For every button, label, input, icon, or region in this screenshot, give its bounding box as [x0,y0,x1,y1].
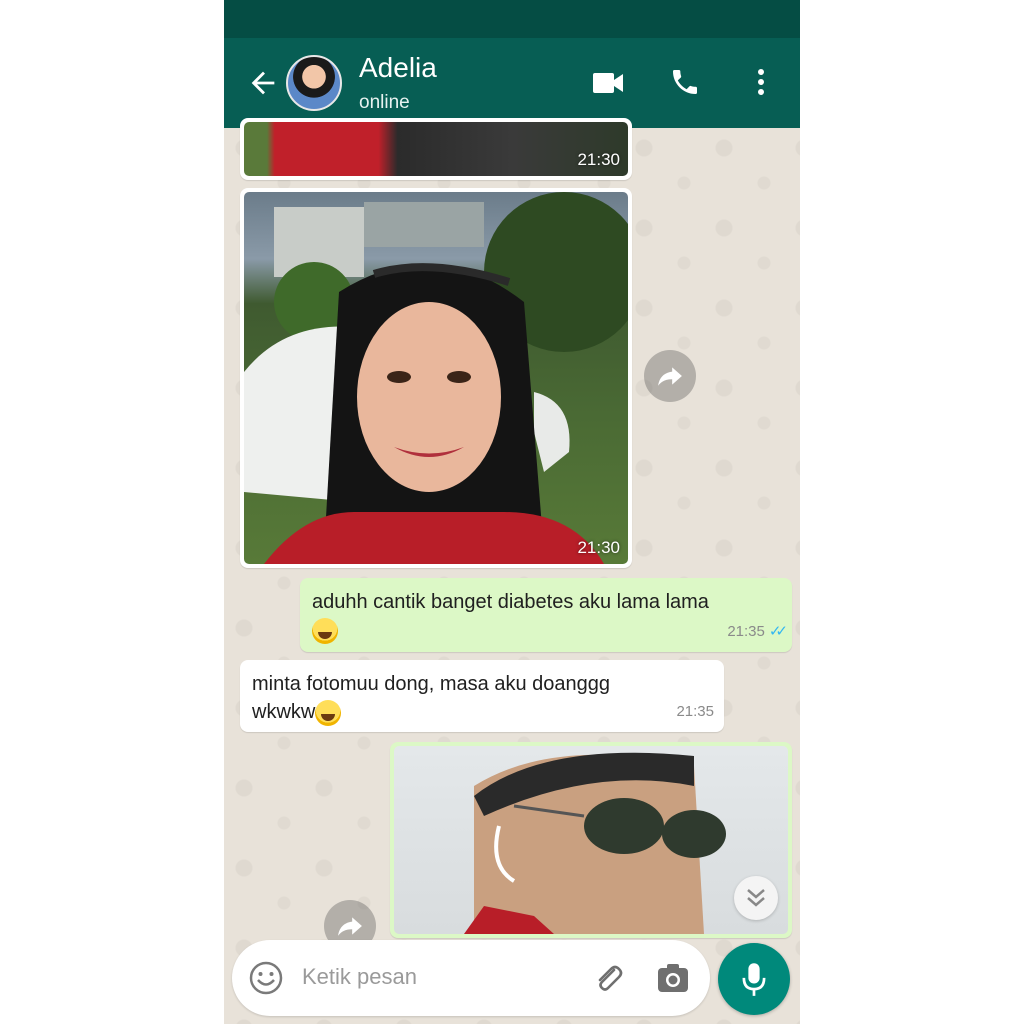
double-chevron-down-icon [747,889,765,907]
grinning-sweat-emoji [312,617,338,644]
read-receipt-icon: ✓✓ [768,623,788,640]
status-bar [224,0,800,38]
message-text-line2: wkwkw [252,701,316,723]
back-arrow-icon[interactable] [246,66,280,100]
camera-icon[interactable] [656,962,690,996]
laughing-emoji [315,699,342,726]
whatsapp-chat-screen: Adelia online 21:30 21:30 aduhh cantik b… [224,0,800,1024]
chat-header: Adelia online [224,38,800,128]
forward-button[interactable] [644,350,696,402]
video-call-icon[interactable] [592,70,624,96]
message-text: aduhh cantik banget diabetes aku lama la… [312,591,709,613]
image-message[interactable]: 21:30 [240,188,632,568]
message-time: 21:35 [727,623,765,640]
contact-name[interactable]: Adelia [359,52,437,84]
image-message[interactable]: 21:30 [240,118,632,180]
avatar[interactable] [286,55,342,111]
message-time: 21:30 [577,538,620,557]
message-meta: 21:35 ✓✓ [727,618,788,646]
incoming-message[interactable]: minta fotomuu dong, masa aku doanggg wkw… [240,660,724,732]
phone-icon[interactable] [669,66,701,98]
contact-status: online [359,92,410,113]
image-message[interactable] [390,742,792,938]
chat-wallpaper: 21:30 21:30 aduhh cantik banget diabetes… [224,118,800,1024]
more-options-icon[interactable] [751,66,771,98]
message-time: 21:30 [577,150,620,169]
outgoing-message[interactable]: aduhh cantik banget diabetes aku lama la… [300,578,792,652]
emoji-icon[interactable] [248,960,284,996]
message-composer[interactable]: Ketik pesan [232,940,710,1016]
attach-icon[interactable] [592,962,624,994]
scroll-to-bottom-button[interactable] [734,876,778,920]
forward-icon [658,367,682,386]
mic-icon [742,963,766,996]
message-text: minta fotomuu dong, masa aku doanggg [252,673,611,695]
selfie-illustration [244,192,628,564]
forward-icon [338,917,362,936]
message-meta: 21:35 [676,698,714,726]
selfie-illustration [464,752,726,934]
photo: 21:30 [244,192,628,564]
photo: 21:30 [244,122,628,176]
message-input-placeholder[interactable]: Ketik pesan [302,964,417,990]
message-time: 21:35 [676,703,714,720]
voice-message-button[interactable] [718,943,790,1015]
photo [394,746,788,934]
